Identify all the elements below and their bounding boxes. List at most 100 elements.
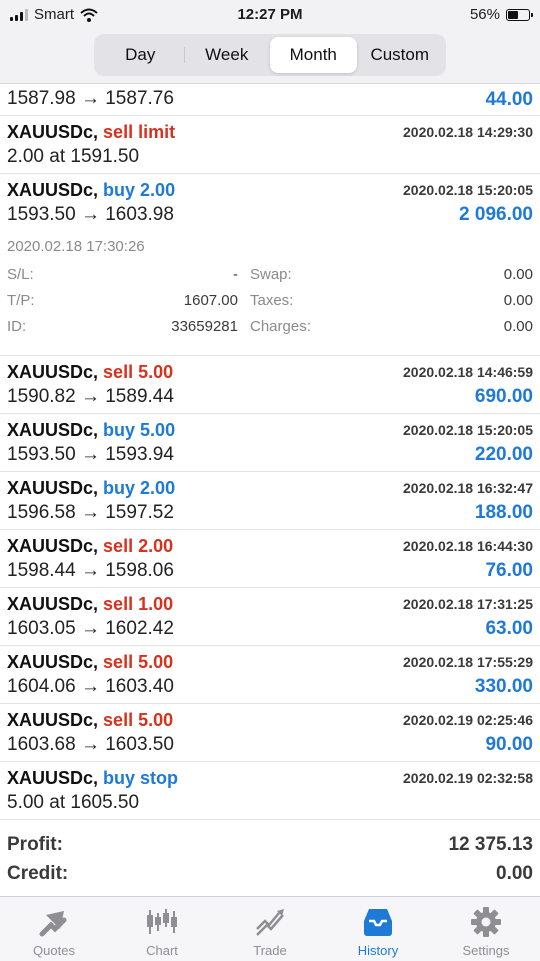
tab-history[interactable]: History [324, 897, 432, 961]
tab-settings-label: Settings [462, 943, 510, 958]
list-item[interactable]: XAUUSDc, buy 5.00 2020.02.18 15:20:05 15… [0, 414, 540, 472]
list-item[interactable]: 1587.98 → 1587.76 44.00 [0, 84, 540, 116]
summary-profit: Profit: 12 375.13 [0, 834, 540, 862]
detail-line-tp: T/P: 1607.00 Taxes: 0.00 [0, 292, 540, 316]
battery-percent: 56% [469, 6, 500, 23]
deal-title: XAUUSDc, sell limit [7, 122, 175, 143]
charges-value: 0.00 [503, 318, 533, 335]
list-item[interactable]: XAUUSDc, buy stop 2020.02.19 02:32:58 5.… [0, 762, 540, 820]
deal-time: 2020.02.19 02:32:58 [403, 770, 533, 786]
deal-side: sell 5.00 [103, 710, 174, 730]
gear-icon [471, 907, 501, 937]
tab-month[interactable]: Month [270, 37, 357, 73]
deal-symbol: XAUUSDc, [7, 478, 99, 498]
deal-symbol: XAUUSDc, [7, 710, 99, 730]
list-item[interactable]: XAUUSDc, buy 2.00 2020.02.18 16:32:47 15… [0, 472, 540, 530]
list-item[interactable]: XAUUSDc, sell 5.00 2020.02.18 14:46:59 1… [0, 356, 540, 414]
deal-side: buy 5.00 [103, 420, 176, 440]
profit-total: 12 375.13 [448, 834, 533, 855]
deal-symbol: XAUUSDc, [7, 180, 99, 200]
history-list: 1587.98 → 1587.76 44.00 XAUUSDc, sell li… [0, 84, 540, 820]
id-label: ID: [7, 318, 27, 335]
list-item[interactable]: XAUUSDc, sell limit 2020.02.18 14:29:30 … [0, 116, 540, 174]
deal-time: 2020.02.19 02:25:46 [403, 712, 533, 728]
deal-title: XAUUSDc, sell 5.00 [7, 362, 173, 383]
tab-quotes[interactable]: Quotes [0, 897, 108, 961]
deal-side: sell limit [103, 122, 176, 142]
deal-profit: 220.00 [474, 444, 533, 465]
tab-week[interactable]: Week [183, 37, 271, 73]
deal-side: sell 5.00 [103, 362, 174, 382]
summary-credit: Credit: 0.00 [0, 863, 540, 891]
tab-bar: Quotes Chart Trade History Settings [0, 896, 540, 961]
deal-prices: 1593.50 → 1603.98 [7, 204, 174, 225]
tab-day[interactable]: Day [97, 37, 184, 73]
deal-time: 2020.02.18 15:20:05 [403, 422, 533, 438]
deal-symbol: XAUUSDc, [7, 122, 99, 142]
deal-title: XAUUSDc, buy 5.00 [7, 420, 175, 441]
list-item[interactable]: XAUUSDc, sell 2.00 2020.02.18 16:44:30 1… [0, 530, 540, 588]
quotes-icon [39, 911, 67, 937]
deal-prices: 1603.05 → 1602.42 [7, 618, 174, 639]
deal-time: 2020.02.18 17:55:29 [403, 654, 533, 670]
deal-symbol: XAUUSDc, [7, 768, 99, 788]
deal-profit: 188.00 [474, 502, 533, 523]
deal-side: sell 5.00 [103, 652, 174, 672]
deal-side: sell 1.00 [103, 594, 174, 614]
tab-trade[interactable]: Trade [216, 897, 324, 961]
tab-chart[interactable]: Chart [108, 897, 216, 961]
deal-profit: 76.00 [485, 560, 533, 581]
deal-prices: 1593.50 → 1593.94 [7, 444, 174, 465]
deal-title: XAUUSDc, buy stop [7, 768, 178, 789]
profit-label: Profit: [7, 834, 63, 855]
deal-prices: 1590.82 → 1589.44 [7, 386, 174, 407]
deal-title: XAUUSDc, sell 5.00 [7, 710, 173, 731]
detail-line-id: ID: 33659281 Charges: 0.00 [0, 318, 540, 342]
deal-symbol: XAUUSDc, [7, 652, 99, 672]
deal-time: 2020.02.18 17:31:25 [403, 596, 533, 612]
deal-title: XAUUSDc, sell 5.00 [7, 652, 173, 673]
deal-profit: 2 096.00 [459, 204, 533, 225]
list-item[interactable]: XAUUSDc, buy 2.00 2020.02.18 15:20:05 15… [0, 174, 540, 232]
deal-side: buy 2.00 [103, 180, 176, 200]
deal-prices: 2.00 at 1591.50 [7, 146, 140, 167]
chart-icon [147, 909, 177, 934]
deal-profit: 330.00 [474, 676, 533, 697]
deal-prices: 1596.58 → 1597.52 [7, 502, 174, 523]
deal-profit: 690.00 [474, 386, 533, 407]
trade-icon [256, 909, 284, 936]
tab-custom[interactable]: Custom [357, 37, 444, 73]
deal-side: buy 2.00 [103, 478, 176, 498]
credit-total: 0.00 [496, 863, 533, 884]
deal-time: 2020.02.18 14:46:59 [403, 364, 533, 380]
deal-details: 2020.02.18 17:30:26 S/L: - Swap: 0.00 T/… [0, 232, 540, 356]
deal-profit: 63.00 [485, 618, 533, 639]
detail-line-sl: S/L: - Swap: 0.00 [0, 266, 540, 290]
deal-prices: 1587.98 → 1587.76 [7, 88, 174, 109]
deal-title: XAUUSDc, sell 2.00 [7, 536, 173, 557]
deal-profit: 44.00 [485, 89, 533, 110]
deal-prices: 1598.44 → 1598.06 [7, 560, 174, 581]
deal-time: 2020.02.18 16:32:47 [403, 480, 533, 496]
charges-label: Charges: [250, 318, 311, 335]
deal-symbol: XAUUSDc, [7, 594, 99, 614]
deal-title: XAUUSDc, buy 2.00 [7, 478, 175, 499]
id-value: 33659281 [171, 318, 238, 335]
list-item[interactable]: XAUUSDc, sell 5.00 2020.02.18 17:55:29 1… [0, 646, 540, 704]
status-time: 12:27 PM [237, 6, 303, 23]
deal-prices: 5.00 at 1605.50 [7, 792, 140, 813]
tp-label: T/P: [7, 292, 35, 309]
deal-symbol: XAUUSDc, [7, 536, 99, 556]
credit-label: Credit: [7, 863, 69, 884]
tab-settings[interactable]: Settings [432, 897, 540, 961]
deal-side: sell 2.00 [103, 536, 174, 556]
taxes-label: Taxes: [250, 292, 294, 309]
list-item[interactable]: XAUUSDc, sell 5.00 2020.02.19 02:25:46 1… [0, 704, 540, 762]
history-summary: Profit: 12 375.13 Credit: 0.00 [0, 830, 540, 894]
deal-time: 2020.02.18 16:44:30 [403, 538, 533, 554]
tab-chart-label: Chart [146, 943, 178, 958]
list-item[interactable]: XAUUSDc, sell 1.00 2020.02.18 17:31:25 1… [0, 588, 540, 646]
deal-time: 2020.02.18 14:29:30 [403, 124, 533, 140]
history-icon [364, 909, 392, 936]
swap-value: 0.00 [503, 266, 533, 283]
